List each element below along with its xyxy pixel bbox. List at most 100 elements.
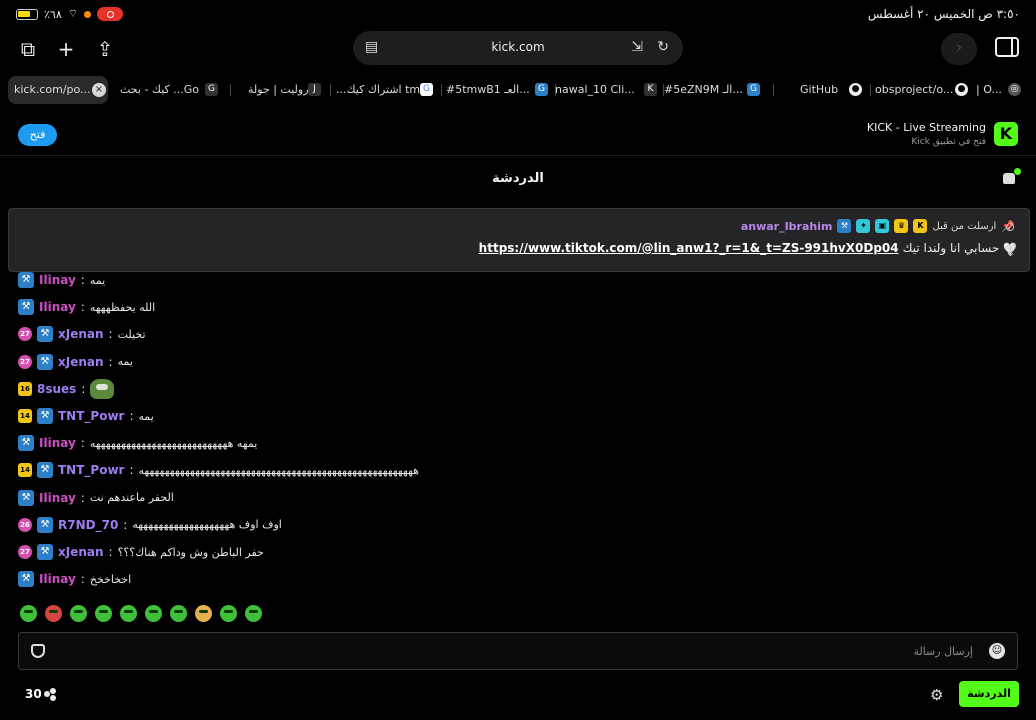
emote-icon[interactable]	[45, 605, 62, 622]
tab-kick[interactable]: kick.com/po... ×	[8, 76, 108, 104]
tab-nawal-clip[interactable]: nawal_10 Cli... K	[555, 76, 659, 104]
pinned-by-label: ارسلت من قبل	[932, 220, 997, 232]
chat-message: 14 ⚒ TNT_Powr: يمه	[18, 406, 154, 426]
chat-footer: 30 ⚙ الدردشة	[0, 676, 1036, 720]
chat-username[interactable]: Ilinay	[39, 300, 76, 314]
emote-icon[interactable]	[20, 605, 37, 622]
chat-username[interactable]: 8sues	[37, 382, 76, 396]
chat-message: 14 ⚒ TNT_Powr: هههههههههههههههههههههههههههه…	[18, 460, 419, 480]
status-left: ٪٦٨ ⌔	[16, 7, 124, 21]
subscriber-badge-icon: 26	[18, 517, 32, 532]
tab-google-search[interactable]: كيك - بحث ...Go G	[116, 76, 222, 104]
chat-text: اوف اوف هههههههههههههههههههه	[132, 518, 282, 532]
tab-label: روليت | جولة	[248, 83, 309, 96]
screen-record-icon	[97, 7, 124, 21]
chat-username[interactable]: xJenan	[58, 327, 104, 341]
chat-username[interactable]: TNT_Powr	[58, 409, 124, 423]
chat-username[interactable]: Ilinay	[39, 572, 76, 586]
emote-icon[interactable]	[245, 605, 262, 622]
emote-icon[interactable]	[95, 605, 112, 622]
chat-message: 27 ⚒ xJenan: حفر الباطن وش وداكم هناك؟؟؟	[18, 542, 264, 562]
chat-username[interactable]: Ilinay	[39, 436, 76, 450]
chat-text: الحفر ماعندهم نت	[89, 491, 174, 505]
open-in-app-button[interactable]: فتح	[18, 124, 57, 146]
chat-message: ⚒ Ilinay: يمه	[18, 270, 105, 290]
vip-badge-icon: K	[913, 219, 928, 233]
github-icon: ●	[849, 83, 862, 96]
tool-badge-icon: ⚒	[18, 299, 34, 316]
colon-separator: :	[108, 327, 113, 342]
tab-label: kick.com/po...	[14, 83, 91, 96]
colon-separator: :	[80, 436, 85, 451]
tab-bar: kick.com/po... × كيك - بحث ...Go G روليت…	[8, 76, 1028, 104]
emote-icon[interactable]	[70, 605, 87, 622]
chat-username[interactable]: Ilinay	[39, 491, 76, 505]
chat-username[interactable]: xJenan	[58, 545, 104, 559]
tool-badge-icon: ⚒	[37, 326, 53, 343]
viewer-count: 30	[25, 687, 42, 701]
frog-emote-icon	[90, 378, 115, 399]
expand-pin-icon[interactable]: ↓	[1005, 245, 1016, 260]
pinned-username[interactable]: anwar_Ibrahim	[741, 220, 833, 233]
chat-username[interactable]: TNT_Powr	[58, 463, 124, 477]
pinned-body: 🤍 حسابي انا ولندا تيك https://www.tiktok…	[479, 241, 1017, 255]
tab-github[interactable]: GitHub ●	[798, 76, 864, 104]
chat-input[interactable]: إرسال رسالة ☺	[18, 632, 1018, 670]
extension-icon[interactable]: ⇲	[631, 39, 643, 55]
reload-icon[interactable]: ↻	[657, 39, 669, 55]
tool-badge-icon: ⚒	[18, 435, 34, 452]
chat-username[interactable]: Ilinay	[39, 273, 76, 287]
chat-text: اخخاخخخ	[89, 572, 132, 586]
tab-obs[interactable]: | O... ◎	[974, 76, 1026, 104]
tab-kick-subscribe[interactable]: ...اشتراك كيك tm G	[336, 76, 441, 104]
emote-icon[interactable]	[170, 605, 187, 622]
emote-icon[interactable]	[120, 605, 137, 622]
chat-text: هههههههههههههههههههههههههههههههههههههههه…	[138, 463, 419, 477]
tab-label: GitHub	[800, 83, 839, 96]
gift-badge-icon: ▣	[875, 219, 890, 233]
send-chat-button[interactable]: الدردشة	[959, 681, 1019, 707]
wifi-icon: ⌔	[67, 7, 79, 20]
subscriber-badge-icon: 27	[18, 327, 32, 342]
tab-5eZN9M[interactable]: #5eZN9M الـ... G	[664, 76, 764, 104]
emoji-icon[interactable]: ☺	[989, 643, 1005, 659]
tab-roulette[interactable]: روليت | جولة J	[238, 76, 324, 104]
tab-label: #5tmwB1 العـ...	[446, 83, 530, 96]
g-favicon-icon: G	[747, 83, 760, 96]
new-tab-icon[interactable]: +	[53, 36, 79, 62]
subscriber-badge-icon: 27	[18, 354, 32, 369]
subscriber-badge-icon: 14	[18, 409, 32, 423]
chat-users-icon[interactable]	[1003, 168, 1021, 185]
hide-pin-icon[interactable]: ⊘	[1005, 220, 1015, 234]
colon-separator: :	[80, 273, 85, 287]
sidebar-icon[interactable]	[995, 37, 1019, 57]
tabs-overview-icon[interactable]: ⧉	[15, 36, 41, 62]
close-tab-icon[interactable]: ×	[92, 83, 106, 97]
input-placeholder: إرسال رسالة	[913, 645, 973, 658]
forward-button[interactable]: ›	[941, 33, 977, 65]
emote-icon[interactable]	[220, 605, 237, 622]
address-bar[interactable]: ▤ kick.com ⇲ ↻	[353, 31, 683, 65]
browser-toolbar: ⧉ + ⇪ ▤ kick.com ⇲ ↻ ›	[0, 28, 1036, 70]
subscriber-badge-icon: 14	[18, 463, 32, 478]
share-icon[interactable]: ⇪	[92, 36, 118, 62]
chat-username[interactable]: xJenan	[58, 355, 104, 369]
emote-icon[interactable]	[195, 605, 212, 622]
tab-label: | O...	[976, 83, 1002, 96]
chat-message: ⚒ Ilinay: الحفر ماعندهم نت	[18, 488, 174, 508]
settings-gear-icon[interactable]: ⚙	[930, 686, 943, 704]
shield-icon[interactable]	[31, 644, 45, 658]
emote-icon[interactable]	[145, 605, 162, 622]
tool-badge-icon: ⚒	[37, 353, 53, 370]
chat-message: ⚒ Ilinay: اخخاخخخ	[18, 569, 131, 589]
tool-badge-icon: ⚒	[837, 219, 852, 233]
tool-badge-icon: ⚒	[37, 516, 53, 533]
chat-message: 27 ⚒ xJenan: تخيلت	[18, 324, 146, 344]
google-icon: G	[420, 83, 433, 96]
tab-label: nawal_10 Cli...	[555, 83, 635, 96]
chat-username[interactable]: R7ND_70	[58, 518, 118, 532]
tab-obsproject[interactable]: obsproject/o... ●	[874, 76, 970, 104]
pinned-link[interactable]: https://www.tiktok.com/@lin_anw1?_r=1&_t…	[479, 241, 899, 255]
tab-5tmwB1[interactable]: #5tmwB1 العـ... G	[446, 76, 552, 104]
chat-header: الدردشة	[0, 158, 1036, 198]
